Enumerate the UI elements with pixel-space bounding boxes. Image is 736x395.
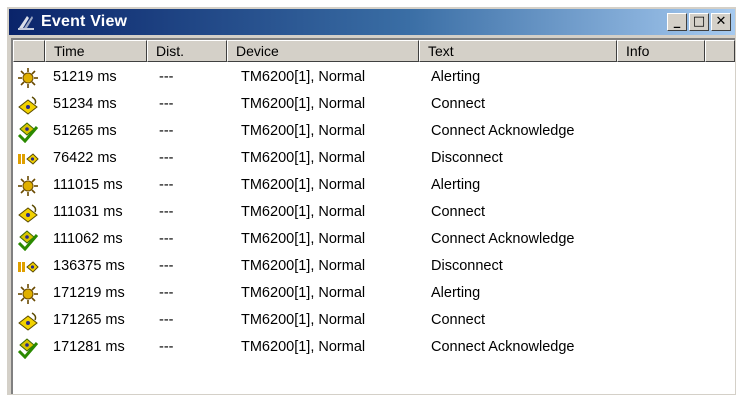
- device-cell: TM6200[1], Normal: [241, 258, 366, 274]
- column-header-device[interactable]: Device: [227, 40, 419, 62]
- column-header-filler: [705, 40, 735, 62]
- window-title: Event View: [41, 13, 128, 30]
- dist-cell: ---: [159, 339, 174, 355]
- table-row[interactable]: 111031 ms --- TM6200[1], Normal Connect: [13, 199, 733, 226]
- text-cell: Alerting: [431, 285, 481, 301]
- disconnect-icon: [17, 148, 39, 170]
- table-row[interactable]: 76422 ms --- TM6200[1], Normal Disconnect: [13, 145, 733, 172]
- text-cell: Connect Acknowledge: [431, 339, 575, 355]
- device-cell: TM6200[1], Normal: [241, 96, 366, 112]
- table-row[interactable]: 136375 ms --- TM6200[1], Normal Disconnect: [13, 253, 733, 280]
- time-cell: 51265 ms: [53, 123, 117, 139]
- device-cell: TM6200[1], Normal: [241, 123, 366, 139]
- dist-cell: ---: [159, 177, 174, 193]
- dist-cell: ---: [159, 96, 174, 112]
- alerting-icon: [17, 283, 39, 305]
- event-list[interactable]: Time Dist. Device Text Info 51219 ms --- T…: [11, 38, 735, 394]
- connect-acknowledge-icon: [17, 337, 39, 360]
- text-cell: Alerting: [431, 69, 481, 85]
- connect-icon: [17, 310, 39, 332]
- time-cell: 171281 ms: [53, 339, 125, 355]
- event-view-window: Event View _ □ ✕ Time Dist. Device Text …: [6, 6, 736, 395]
- device-cell: TM6200[1], Normal: [241, 150, 366, 166]
- connect-icon: [17, 202, 39, 224]
- time-cell: 51234 ms: [53, 96, 117, 112]
- column-header-icon[interactable]: [13, 40, 45, 62]
- table-row[interactable]: 171281 ms --- TM6200[1], Normal Connect Ack…: [13, 334, 733, 361]
- time-cell: 171265 ms: [53, 312, 125, 328]
- table-row[interactable]: 51219 ms --- TM6200[1], Normal Alerting: [13, 64, 733, 91]
- dist-cell: ---: [159, 204, 174, 220]
- alerting-icon: [17, 67, 39, 89]
- device-cell: TM6200[1], Normal: [241, 177, 366, 193]
- table-row[interactable]: 171219 ms --- TM6200[1], Normal Alerting: [13, 280, 733, 307]
- column-header-text[interactable]: Text: [419, 40, 617, 62]
- table-row[interactable]: 51265 ms --- TM6200[1], Normal Connect Ackn…: [13, 118, 733, 145]
- time-cell: 76422 ms: [53, 150, 117, 166]
- close-button[interactable]: ✕: [711, 13, 731, 31]
- dist-cell: ---: [159, 258, 174, 274]
- event-view-icon: [18, 16, 34, 30]
- minimize-button[interactable]: _: [667, 13, 687, 31]
- text-cell: Disconnect: [431, 258, 503, 274]
- time-cell: 111031 ms: [53, 204, 123, 220]
- table-row[interactable]: 51234 ms --- TM6200[1], Normal Connect: [13, 91, 733, 118]
- list-header: Time Dist. Device Text Info: [13, 40, 735, 62]
- connect-icon: [17, 94, 39, 116]
- title-bar[interactable]: Event View _ □ ✕: [9, 9, 735, 35]
- text-cell: Connect: [431, 312, 486, 328]
- text-cell: Alerting: [431, 177, 481, 193]
- text-cell: Connect: [431, 96, 486, 112]
- table-row[interactable]: 171265 ms --- TM6200[1], Normal Connect: [13, 307, 733, 334]
- column-header-time[interactable]: Time: [45, 40, 147, 62]
- dist-cell: ---: [159, 285, 174, 301]
- dist-cell: ---: [159, 150, 174, 166]
- text-cell: Connect Acknowledge: [431, 123, 575, 139]
- time-cell: 171219 ms: [53, 285, 125, 301]
- text-cell: Disconnect: [431, 150, 503, 166]
- time-cell: 111062 ms: [53, 231, 123, 247]
- table-row[interactable]: 111062 ms --- TM6200[1], Normal Connect Ack…: [13, 226, 733, 253]
- device-cell: TM6200[1], Normal: [241, 339, 366, 355]
- time-cell: 111015 ms: [53, 177, 123, 193]
- text-cell: Connect Acknowledge: [431, 231, 575, 247]
- disconnect-icon: [17, 256, 39, 278]
- text-cell: Connect: [431, 204, 486, 220]
- column-header-dist[interactable]: Dist.: [147, 40, 227, 62]
- time-cell: 51219 ms: [53, 69, 117, 85]
- table-row[interactable]: 111015 ms --- TM6200[1], Normal Alerting: [13, 172, 733, 199]
- column-header-info[interactable]: Info: [617, 40, 705, 62]
- dist-cell: ---: [159, 123, 174, 139]
- device-cell: TM6200[1], Normal: [241, 285, 366, 301]
- dist-cell: ---: [159, 231, 174, 247]
- device-cell: TM6200[1], Normal: [241, 231, 366, 247]
- device-cell: TM6200[1], Normal: [241, 69, 366, 85]
- connect-acknowledge-icon: [17, 121, 39, 144]
- dist-cell: ---: [159, 69, 174, 85]
- dist-cell: ---: [159, 312, 174, 328]
- connect-acknowledge-icon: [17, 229, 39, 252]
- device-cell: TM6200[1], Normal: [241, 312, 366, 328]
- time-cell: 136375 ms: [53, 258, 125, 274]
- maximize-button[interactable]: □: [689, 13, 709, 31]
- alerting-icon: [17, 175, 39, 197]
- device-cell: TM6200[1], Normal: [241, 204, 366, 220]
